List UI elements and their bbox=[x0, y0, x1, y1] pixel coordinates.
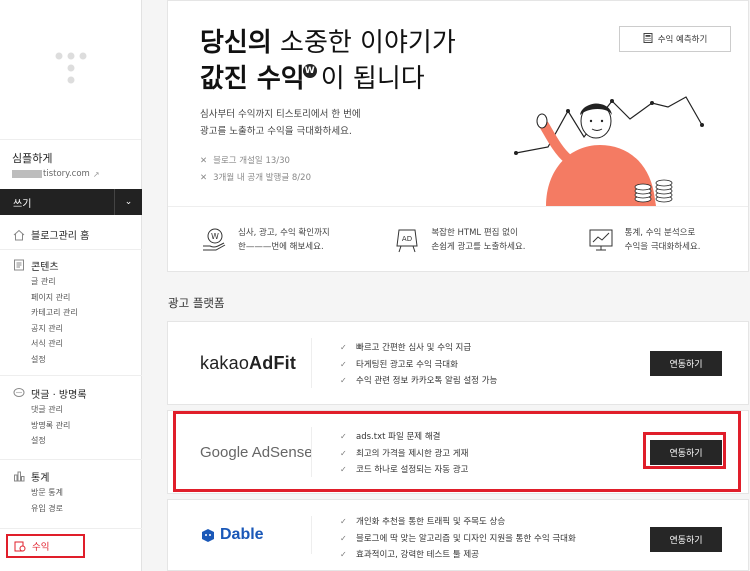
home-icon bbox=[13, 229, 25, 241]
check-icon: ✓ bbox=[340, 448, 347, 458]
platform-card-adsense: Google AdSense ✓ ads.txt 파일 문제 해결 ✓ 최고의 가격… bbox=[167, 410, 749, 494]
sidebar-subitem-categories[interactable]: 카테고리 관리 bbox=[31, 305, 142, 321]
connect-adsense-button[interactable]: 연동하기 bbox=[650, 440, 722, 465]
hand-coin-icon: W bbox=[203, 228, 226, 250]
check-icon: ✓ bbox=[340, 517, 347, 526]
blog-logo[interactable] bbox=[0, 0, 141, 140]
check-icon: ✓ bbox=[340, 550, 347, 559]
revenue-hero-panel: 당신의 소중한 이야기가 값진 수익W 이 됩니다 심사부터 수익까지 티스토리에… bbox=[167, 0, 749, 272]
external-link-icon: ↗ bbox=[92, 169, 100, 179]
sidebar-item-label: 수익 bbox=[32, 542, 50, 553]
connect-dable-button[interactable]: 연동하기 bbox=[650, 527, 722, 552]
write-bar: 쓰기 ⌄ bbox=[0, 189, 142, 215]
check-icon: ✓ bbox=[340, 343, 347, 352]
sidebar-subitem-comments[interactable]: 댓글 관리 bbox=[31, 402, 142, 418]
kakao-adfit-logo: kakaoAdFit bbox=[200, 352, 297, 373]
platform-card-adfit: kakaoAdFit ✓ 빠르고 간편한 심사 및 수익 지급 ✓ 타게팅된 광고로… bbox=[167, 321, 749, 405]
sidebar-subitem-comment-settings[interactable]: 설정 bbox=[31, 433, 142, 449]
check-icon: ✓ bbox=[340, 533, 347, 543]
predict-revenue-button[interactable]: 수익 예측하기 bbox=[619, 26, 731, 52]
sidebar-section-stats: 통계 방문 통계 유입 경로 bbox=[0, 467, 142, 529]
sidebar-item-label: 콘텐츠 bbox=[31, 261, 59, 273]
won-badge-icon: W bbox=[302, 64, 317, 78]
sidebar-subitem-visit-stats[interactable]: 방문 통계 bbox=[31, 485, 142, 501]
sidebar-subitem-content-settings[interactable]: 설정 bbox=[31, 352, 142, 368]
sidebar-item-home[interactable]: 블로그관리 홈 bbox=[0, 220, 142, 250]
sidebar-subitem-guestbook[interactable]: 방명록 관리 bbox=[31, 418, 142, 434]
blog-name[interactable]: 심플하게 bbox=[12, 150, 129, 166]
feature-item: 통계, 수익 분석으로 수익을 극대화하세요. bbox=[555, 207, 748, 272]
hero-description: 심사부터 수익까지 티스토리에서 한 번에 광고를 노출하고 수익을 극대화하세… bbox=[200, 109, 361, 137]
feature-item: W 심사, 광고, 수익 확인까지 한———번에 해보세요. bbox=[168, 207, 361, 272]
dable-mark-icon bbox=[202, 529, 214, 542]
sidebar-subitem-notices[interactable]: 공지 관리 bbox=[31, 321, 142, 337]
feature-item: AD 복잡한 HTML 편집 없이 손쉽게 광고를 노출하세요. bbox=[361, 207, 554, 272]
sidebar-item-label: 블로그관리 홈 bbox=[31, 231, 90, 242]
blog-url[interactable]: tistory.com ↗ bbox=[12, 169, 129, 179]
person-with-coins-illustration bbox=[514, 96, 704, 206]
document-icon bbox=[13, 259, 25, 271]
google-adsense-logo: Google AdSense bbox=[200, 443, 313, 461]
ad-platform-section-title: 광고 플랫폼 bbox=[168, 296, 225, 310]
platform-feature-list: ✓ 빠르고 간편한 심사 및 수익 지급 ✓ 타게팅된 광고로 수익 극대화 ✓ 수익… bbox=[340, 340, 497, 390]
sidebar-section-comments: 댓글 · 방명록 댓글 관리 방명록 관리 설정 bbox=[0, 384, 142, 460]
sidebar-item-revenue[interactable]: 수익 bbox=[6, 534, 85, 558]
sidebar-item-content[interactable]: 콘텐츠 bbox=[13, 256, 142, 274]
masked-url-prefix bbox=[12, 170, 42, 178]
svg-text:W: W bbox=[211, 232, 219, 241]
write-button[interactable]: 쓰기 bbox=[0, 195, 114, 210]
chevron-down-icon[interactable]: ⌄ bbox=[114, 189, 142, 215]
platform-feature-list: ✓ 개인화 추천을 통한 트래픽 및 주목도 상승 ✓ 블로그에 딱 맞는 알고리즘… bbox=[340, 514, 576, 564]
bar-chart-icon bbox=[13, 470, 25, 482]
svg-text:AD: AD bbox=[402, 235, 412, 243]
calculator-icon bbox=[643, 32, 653, 46]
sidebar-subitem-templates[interactable]: 서식 관리 bbox=[31, 336, 142, 352]
chart-monitor-icon bbox=[589, 229, 613, 250]
platform-feature-list: ✓ ads.txt 파일 문제 해결 ✓ 최고의 가격을 제시한 광고 게재 ✓ 코드… bbox=[340, 429, 468, 479]
eligibility-notes: ✕ 블로그 개설일 13/30 ✕ 3개월 내 공개 발행글 8/20 bbox=[200, 153, 311, 187]
dable-logo: Dable bbox=[200, 500, 264, 570]
sidebar-item-comments[interactable]: 댓글 · 방명록 bbox=[13, 384, 142, 402]
check-icon: ✓ bbox=[340, 465, 347, 474]
sidebar-section-content: 콘텐츠 글 관리 페이지 관리 카테고리 관리 공지 관리 서식 관리 설정 bbox=[0, 256, 142, 376]
sidebar-subitem-posts[interactable]: 글 관리 bbox=[31, 274, 142, 290]
hero-title: 당신의 소중한 이야기가 값진 수익W 이 됩니다 bbox=[200, 28, 456, 94]
eligibility-note: ✕ 3개월 내 공개 발행글 8/20 bbox=[200, 173, 311, 183]
blog-url-text: tistory.com bbox=[43, 169, 90, 179]
ad-board-icon: AD bbox=[396, 229, 418, 252]
sidebar-subitem-referrers[interactable]: 유입 경로 bbox=[31, 501, 142, 517]
revenue-icon bbox=[14, 540, 26, 552]
feature-strip: W 심사, 광고, 수익 확인까지 한———번에 해보세요. AD 복잡한 HTM… bbox=[168, 206, 748, 272]
eligibility-note: ✕ 블로그 개설일 13/30 bbox=[200, 156, 290, 166]
platform-card-dable: Dable ✓ 개인화 추천을 통한 트래픽 및 주목도 상승 ✓ 블로그에 딱 맞… bbox=[167, 499, 749, 571]
connect-adfit-button[interactable]: 연동하기 bbox=[650, 351, 722, 376]
sidebar-item-stats[interactable]: 통계 bbox=[13, 467, 142, 485]
speech-bubble-icon bbox=[13, 387, 25, 399]
sidebar-subitem-pages[interactable]: 페이지 관리 bbox=[31, 290, 142, 306]
check-icon: ✓ bbox=[340, 432, 347, 441]
tistory-logo-icon bbox=[55, 52, 86, 83]
check-icon: ✓ bbox=[340, 359, 347, 369]
close-icon: ✕ bbox=[200, 173, 208, 183]
sidebar-item-label: 통계 bbox=[31, 472, 50, 484]
close-icon: ✕ bbox=[200, 156, 208, 166]
sidebar-item-label: 댓글 · 방명록 bbox=[31, 389, 87, 401]
check-icon: ✓ bbox=[340, 376, 347, 385]
